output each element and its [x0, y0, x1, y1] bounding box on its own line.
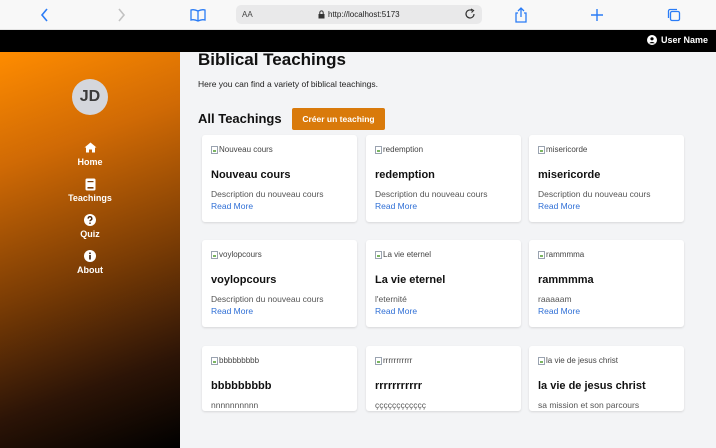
chevron-left-icon: [40, 8, 48, 22]
broken-image-icon: [211, 356, 218, 365]
teaching-card: Nouveau cours Nouveau cours Description …: [202, 135, 357, 222]
address-bar[interactable]: AA http://localhost:5173: [236, 5, 482, 24]
card-description: Description du nouveau cours: [211, 189, 324, 199]
avatar[interactable]: JD: [72, 79, 108, 115]
read-more-link[interactable]: Read More: [211, 306, 253, 316]
broken-image-icon: [211, 145, 218, 154]
section-title: All Teachings: [198, 111, 282, 126]
back-button[interactable]: [34, 4, 56, 26]
user-menu[interactable]: User Name: [646, 35, 708, 45]
sidebar: JD Home Teachings Quiz About: [0, 52, 180, 448]
read-more-link[interactable]: Read More: [538, 306, 580, 316]
reload-icon[interactable]: [464, 8, 476, 20]
sidebar-item-about[interactable]: About: [60, 250, 120, 275]
question-icon: [84, 214, 96, 226]
lock-icon: [318, 10, 325, 19]
card-image: Nouveau cours: [211, 145, 273, 154]
card-image: rrrrrrrrrrr: [375, 356, 412, 365]
app-header: User Name: [0, 30, 716, 52]
card-title: misericorde: [538, 169, 601, 181]
book-open-icon: [190, 9, 206, 22]
card-title: voylopcours: [211, 274, 277, 286]
card-title: la vie de jesus christ: [538, 380, 646, 392]
sidebar-item-home[interactable]: Home: [60, 142, 120, 167]
page-title: Biblical Teachings: [198, 52, 347, 69]
broken-image-icon: [211, 250, 218, 259]
text-size-button[interactable]: AA: [242, 10, 253, 19]
sidebar-item-label: Teachings: [68, 193, 112, 203]
sidebar-item-quiz[interactable]: Quiz: [60, 214, 120, 239]
share-button[interactable]: [510, 4, 532, 26]
sidebar-item-label: Quiz: [80, 229, 100, 239]
broken-image-icon: [375, 250, 382, 259]
forward-button[interactable]: [110, 4, 132, 26]
teaching-card: voylopcours voylopcours Description du n…: [202, 240, 357, 327]
card-image: misericorde: [538, 145, 587, 154]
card-title: Nouveau cours: [211, 169, 291, 181]
create-teaching-button[interactable]: Créer un teaching: [292, 108, 385, 130]
read-more-link[interactable]: Read More: [211, 201, 253, 211]
user-circle-icon: [646, 35, 657, 45]
read-more-link[interactable]: Read More: [375, 201, 417, 211]
card-image: la vie de jesus christ: [538, 356, 618, 365]
teaching-card: la vie de jesus christ la vie de jesus c…: [529, 346, 684, 411]
read-more-link[interactable]: Read More: [375, 306, 417, 316]
teaching-card: La vie eternel La vie eternel l'eternité…: [366, 240, 521, 327]
teaching-card: redemption redemption Description du nou…: [366, 135, 521, 222]
card-title: bbbbbbbbb: [211, 380, 272, 392]
new-tab-button[interactable]: [586, 4, 608, 26]
url-text: http://localhost:5173: [328, 10, 400, 19]
teaching-card: bbbbbbbbb bbbbbbbbb nnnnnnnnnn: [202, 346, 357, 411]
card-description: nnnnnnnnnn: [211, 400, 259, 410]
tabs-icon: [667, 8, 681, 22]
card-description: Description du nouveau cours: [375, 189, 488, 199]
user-name: User Name: [660, 35, 708, 45]
main-content: Biblical Teachings Here you can find a v…: [180, 52, 716, 448]
card-title: rrrrrrrrrrr: [375, 380, 423, 392]
book-icon: [85, 178, 95, 191]
broken-image-icon: [375, 145, 382, 154]
card-image: voylopcours: [211, 250, 262, 259]
broken-image-icon: [375, 356, 382, 365]
chevron-right-icon: [118, 8, 126, 22]
sidebar-item-teachings[interactable]: Teachings: [60, 178, 120, 203]
card-title: redemption: [375, 169, 435, 181]
tabs-button[interactable]: [663, 4, 685, 26]
card-description: raaaaam: [538, 294, 572, 304]
teaching-card: rrrrrrrrrrr rrrrrrrrrrr çççççççççççç: [366, 346, 521, 411]
browser-toolbar: AA http://localhost:5173: [0, 0, 716, 30]
card-image: bbbbbbbbb: [211, 356, 259, 365]
info-icon: [84, 250, 96, 262]
card-description: Description du nouveau cours: [211, 294, 324, 304]
teaching-card: misericorde misericorde Description du n…: [529, 135, 684, 222]
card-title: La vie eternel: [375, 274, 446, 286]
card-description: Description du nouveau cours: [538, 189, 651, 199]
card-title: rammmma: [538, 274, 594, 286]
home-icon: [84, 142, 96, 153]
sidebar-item-label: About: [77, 265, 103, 275]
broken-image-icon: [538, 250, 545, 259]
broken-image-icon: [538, 356, 545, 365]
teaching-card: rammmma rammmma raaaaam Read More: [529, 240, 684, 327]
broken-image-icon: [538, 145, 545, 154]
card-image: La vie eternel: [375, 250, 431, 259]
sidebar-item-label: Home: [77, 157, 103, 167]
card-image: rammmma: [538, 250, 584, 259]
card-description: l'eternité: [375, 294, 407, 304]
reader-button[interactable]: [187, 4, 209, 26]
card-image: redemption: [375, 145, 423, 154]
plus-icon: [591, 9, 603, 21]
page-subtitle: Here you can find a variety of biblical …: [198, 79, 379, 89]
share-icon: [515, 7, 527, 23]
card-description: çççççççççççç: [375, 400, 426, 410]
card-description: sa mission et son parcours: [538, 400, 640, 410]
read-more-link[interactable]: Read More: [538, 201, 580, 211]
